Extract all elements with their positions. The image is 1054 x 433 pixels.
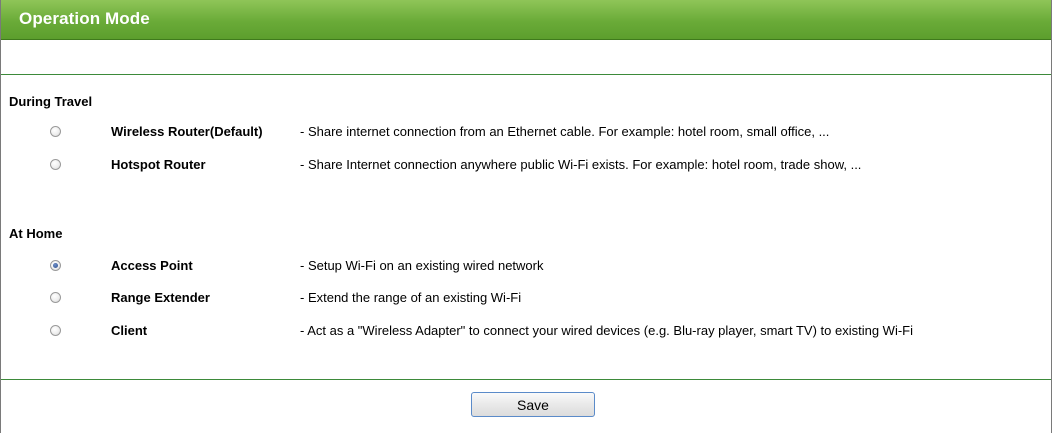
radio-range-extender[interactable] — [50, 292, 61, 303]
divider-top — [1, 74, 1051, 75]
operation-mode-panel: Operation Mode During Travel Wireless Ro… — [0, 0, 1052, 433]
mode-name-access-point: Access Point — [111, 258, 193, 273]
panel-header: Operation Mode — [1, 0, 1051, 40]
section-label-at-home: At Home — [9, 226, 63, 241]
radio-wireless-router[interactable] — [50, 126, 61, 137]
divider-bottom — [1, 379, 1051, 380]
mode-desc-access-point: - Setup Wi-Fi on an existing wired netwo… — [300, 258, 544, 273]
mode-desc-hotspot-router: - Share Internet connection anywhere pub… — [300, 157, 862, 172]
radio-hotspot-router[interactable] — [50, 159, 61, 170]
mode-name-client: Client — [111, 323, 148, 338]
mode-name-range-extender: Range Extender — [111, 290, 210, 305]
mode-name-hotspot-router: Hotspot Router — [111, 157, 206, 172]
save-button[interactable]: Save — [471, 392, 595, 417]
radio-client[interactable] — [50, 325, 61, 336]
mode-desc-wireless-router: - Share internet connection from an Ethe… — [300, 124, 830, 139]
radio-access-point[interactable] — [50, 260, 61, 271]
page-title: Operation Mode — [19, 9, 150, 28]
section-label-during-travel: During Travel — [9, 94, 93, 109]
mode-name-wireless-router: Wireless Router(Default) — [111, 124, 263, 139]
mode-desc-client: - Act as a "Wireless Adapter" to connect… — [300, 323, 913, 338]
mode-desc-range-extender: - Extend the range of an existing Wi-Fi — [300, 290, 522, 305]
